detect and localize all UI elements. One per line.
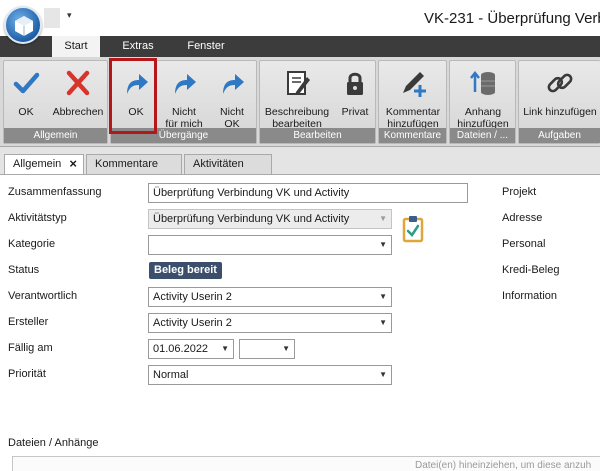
tab-fenster[interactable]: Fenster bbox=[176, 36, 236, 57]
link-hinzufuegen-button[interactable]: Link hinzufügen bbox=[521, 65, 599, 129]
zusammenfassung-label: Zusammenfassung bbox=[8, 186, 102, 198]
ribbon-group-kommentare: Kommentar hinzufügen Kommentare bbox=[378, 60, 447, 144]
kategorie-select[interactable]: ▼ bbox=[148, 235, 392, 255]
attachments-title: Dateien / Anhänge bbox=[8, 437, 99, 449]
group-title-bearbeiten: Bearbeiten bbox=[260, 128, 375, 143]
attachments-hint: Datei(en) hineinziehen, um diese anzuh bbox=[415, 460, 592, 471]
ribbon-group-bearbeiten: Beschreibung bearbeiten Privat Bearbeiten bbox=[259, 60, 376, 144]
chevron-down-icon: ▼ bbox=[379, 240, 387, 249]
arrow-right-icon bbox=[175, 74, 196, 94]
quick-access-toolbar bbox=[44, 8, 60, 28]
status-badge: Beleg bereit bbox=[149, 262, 222, 279]
beschreibung-bearbeiten-button[interactable]: Beschreibung bearbeiten bbox=[262, 65, 332, 130]
group-title-kommentare: Kommentare bbox=[379, 128, 446, 143]
quick-access-dropdown-icon[interactable]: ▾ bbox=[67, 10, 72, 21]
chevron-down-icon: ▼ bbox=[379, 292, 387, 301]
arrow-right-icon bbox=[223, 74, 244, 94]
ribbon-group-aufgaben: Link hinzufügen Aufgaben bbox=[518, 60, 600, 144]
ok-button[interactable]: OK bbox=[6, 65, 46, 129]
group-title-aufgaben: Aufgaben bbox=[519, 128, 600, 143]
ribbon-group-allgemein: OK Abbrechen Allgemein bbox=[3, 60, 108, 144]
privat-button[interactable]: Privat bbox=[336, 65, 374, 129]
window-title: VK-231 - Überprüfung Verbi bbox=[424, 10, 600, 27]
aktivitaetstyp-select: Überprüfung Verbindung VK und Activity ▼ bbox=[148, 209, 392, 229]
chevron-down-icon: ▼ bbox=[379, 214, 387, 223]
anhang-hinzufuegen-button[interactable]: Anhang hinzufügen bbox=[452, 65, 514, 130]
prioritaet-label: Priorität bbox=[8, 368, 46, 380]
doc-tab-allgemein[interactable]: Allgemein × bbox=[4, 154, 84, 175]
faellig-am-date-input[interactable]: 01.06.2022 ▼ bbox=[148, 339, 234, 359]
pen-plus-icon bbox=[403, 72, 426, 97]
chevron-down-icon: ▼ bbox=[282, 344, 290, 353]
kredi-beleg-label: Kredi-Beleg bbox=[502, 264, 560, 276]
ribbon-tab-bar: Start Extras Fenster bbox=[0, 36, 600, 57]
chain-link-icon bbox=[547, 73, 573, 93]
app-logo-icon[interactable] bbox=[4, 6, 42, 44]
information-label: Information bbox=[502, 290, 558, 302]
database-arrow-icon bbox=[470, 70, 495, 95]
verantwortlich-label: Verantwortlich bbox=[8, 290, 78, 302]
chevron-down-icon: ▼ bbox=[379, 370, 387, 379]
kommentar-hinzufuegen-button[interactable]: Kommentar hinzufügen bbox=[381, 65, 445, 130]
group-title-uebergaenge: Übergänge bbox=[111, 128, 256, 143]
ribbon: OK Abbrechen Allgemein OK Nichtfür mich bbox=[0, 57, 600, 147]
verantwortlich-select[interactable]: Activity Userin 2 ▼ bbox=[148, 287, 392, 307]
faellig-am-label: Fällig am bbox=[8, 342, 53, 354]
ribbon-group-uebergaenge: OK Nicht für mich Nicht OK Übergänge bbox=[110, 60, 257, 144]
lock-icon bbox=[347, 72, 363, 95]
ersteller-label: Ersteller bbox=[8, 316, 49, 328]
aktivitaetstyp-label: Aktivitätstyp bbox=[8, 212, 67, 224]
adresse-label: Adresse bbox=[502, 212, 543, 224]
nicht-fuer-mich-button[interactable]: Nicht für mich bbox=[161, 65, 207, 130]
zusammenfassung-input[interactable]: Überprüfung Verbindung VK und Activity bbox=[148, 183, 468, 203]
doc-tab-kommentare[interactable]: Kommentare bbox=[86, 154, 182, 174]
nicht-ok-button[interactable]: Nicht OK bbox=[210, 65, 254, 130]
personal-label: Personal bbox=[502, 238, 546, 250]
faellig-am-time-input[interactable]: ▼ bbox=[239, 339, 295, 359]
tab-start[interactable]: Start bbox=[52, 36, 100, 57]
abbrechen-button[interactable]: Abbrechen bbox=[50, 65, 106, 129]
close-icon[interactable]: × bbox=[69, 155, 77, 173]
status-label: Status bbox=[8, 264, 40, 276]
projekt-label: Projekt bbox=[502, 186, 537, 198]
attachments-drop-zone[interactable]: Datei(en) hineinziehen, um diese anzuh bbox=[12, 456, 600, 471]
clipboard-check-icon[interactable] bbox=[402, 215, 424, 243]
group-title-dateien: Dateien / ... bbox=[450, 128, 515, 143]
chevron-down-icon: ▼ bbox=[221, 344, 229, 353]
document-tab-bar: Allgemein × Kommentare Aktivitäten bbox=[0, 147, 600, 175]
x-icon bbox=[66, 70, 90, 96]
tab-extras[interactable]: Extras bbox=[110, 36, 166, 57]
checkmark-icon bbox=[13, 72, 40, 94]
ribbon-group-dateien: Anhang hinzufügen Dateien / ... bbox=[449, 60, 516, 144]
doc-tab-aktivitaeten[interactable]: Aktivitäten bbox=[184, 154, 272, 174]
edit-document-icon bbox=[287, 71, 310, 95]
prioritaet-select[interactable]: Normal ▼ bbox=[148, 365, 392, 385]
form-panel: Zusammenfassung Überprüfung Verbindung V… bbox=[0, 174, 600, 471]
arrow-right-icon bbox=[127, 74, 148, 94]
kategorie-label: Kategorie bbox=[8, 238, 56, 250]
ersteller-select[interactable]: Activity Userin 2 ▼ bbox=[148, 313, 392, 333]
title-bar: ▾ VK-231 - Überprüfung Verbi bbox=[0, 0, 600, 44]
transition-ok-button[interactable]: OK bbox=[115, 65, 157, 129]
group-title-allgemein: Allgemein bbox=[4, 128, 107, 143]
chevron-down-icon: ▼ bbox=[379, 318, 387, 327]
